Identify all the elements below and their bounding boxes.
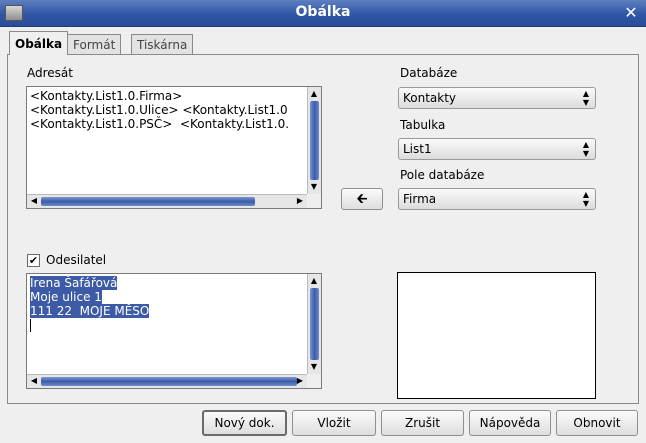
addressee-vertical-scrollbar[interactable]: ▲ ▼ — [307, 87, 321, 194]
text-cursor — [27, 318, 321, 332]
database-field-select[interactable]: Firma ▲ ▼ — [398, 188, 596, 210]
arrow-left-icon: 🡰 — [356, 191, 368, 207]
tab-envelope[interactable]: Obálka — [9, 31, 69, 55]
cancel-button[interactable]: Zrušit — [381, 410, 464, 436]
scroll-right-icon[interactable]: ▶ — [295, 196, 305, 206]
insert-field-button[interactable]: 🡰 — [341, 188, 383, 210]
scroll-down-icon[interactable]: ▼ — [309, 182, 319, 192]
insert-button[interactable]: Vložit — [292, 410, 376, 436]
tab-printer[interactable]: Tiskárna — [131, 34, 194, 54]
scroll-up-icon[interactable]: ▲ — [309, 276, 319, 286]
addressee-label: Adresát — [27, 66, 73, 80]
scroll-thumb[interactable] — [41, 377, 297, 386]
scroll-thumb[interactable] — [310, 101, 319, 180]
scroll-thumb[interactable] — [310, 288, 319, 360]
help-button[interactable]: Nápověda — [469, 410, 551, 436]
spin-updown-icon: ▲ ▼ — [582, 190, 589, 208]
envelope-preview — [397, 272, 596, 399]
addressee-textarea[interactable]: <Kontakty.List1.0.Firma> <Kontakty.List1… — [26, 86, 322, 209]
table-value: List1 — [403, 142, 432, 156]
title-bar: Obálka ✕ — [0, 0, 646, 27]
spin-updown-icon: ▲ ▼ — [582, 140, 589, 158]
scroll-left-icon[interactable]: ◀ — [29, 376, 39, 386]
scroll-corner — [307, 374, 321, 388]
sender-textarea[interactable]: Irena Šafářová Moje ulice 1 111 22 MOJE … — [26, 273, 322, 389]
spin-updown-icon: ▲ ▼ — [582, 89, 589, 107]
scroll-down-icon[interactable]: ▼ — [309, 362, 319, 372]
table-select[interactable]: List1 ▲ ▼ — [398, 138, 596, 160]
addressee-line: <Kontakty.List1.0.PSČ> <Kontakty.List1.0… — [30, 117, 290, 131]
addressee-line: <Kontakty.List1.0.Ulice> <Kontakty.List1… — [30, 103, 288, 117]
database-label: Databáze — [400, 66, 458, 80]
addressee-line: <Kontakty.List1.0.Firma> — [30, 89, 183, 103]
close-icon[interactable]: ✕ — [622, 4, 640, 22]
table-label: Tabulka — [400, 118, 446, 132]
scroll-right-icon[interactable]: ▶ — [295, 376, 305, 386]
scroll-up-icon[interactable]: ▲ — [309, 89, 319, 99]
reset-button[interactable]: Obnovit — [556, 410, 638, 436]
sender-line: 111 22 MOJE MĚSO — [30, 304, 150, 318]
sender-horizontal-scrollbar[interactable]: ◀ ▶ — [27, 374, 307, 388]
sender-line: Irena Šafářová — [30, 276, 118, 290]
database-field-label: Pole databáze — [400, 168, 485, 182]
scroll-corner — [307, 194, 321, 208]
sender-vertical-scrollbar[interactable]: ▲ ▼ — [307, 274, 321, 374]
sender-checkbox[interactable]: ✔ — [27, 254, 40, 267]
sender-label: Odesilatel — [46, 253, 107, 267]
database-value: Kontakty — [403, 91, 457, 105]
tab-format[interactable]: Formát — [67, 34, 122, 54]
database-field-value: Firma — [403, 192, 437, 206]
database-select[interactable]: Kontakty ▲ ▼ — [398, 87, 596, 109]
window-title: Obálka — [295, 4, 351, 20]
addressee-horizontal-scrollbar[interactable]: ◀ ▶ — [27, 194, 307, 208]
new-document-button[interactable]: Nový dok. — [202, 410, 287, 436]
scroll-thumb[interactable] — [41, 197, 255, 206]
scroll-left-icon[interactable]: ◀ — [29, 196, 39, 206]
sender-line: Moje ulice 1 — [30, 290, 102, 304]
